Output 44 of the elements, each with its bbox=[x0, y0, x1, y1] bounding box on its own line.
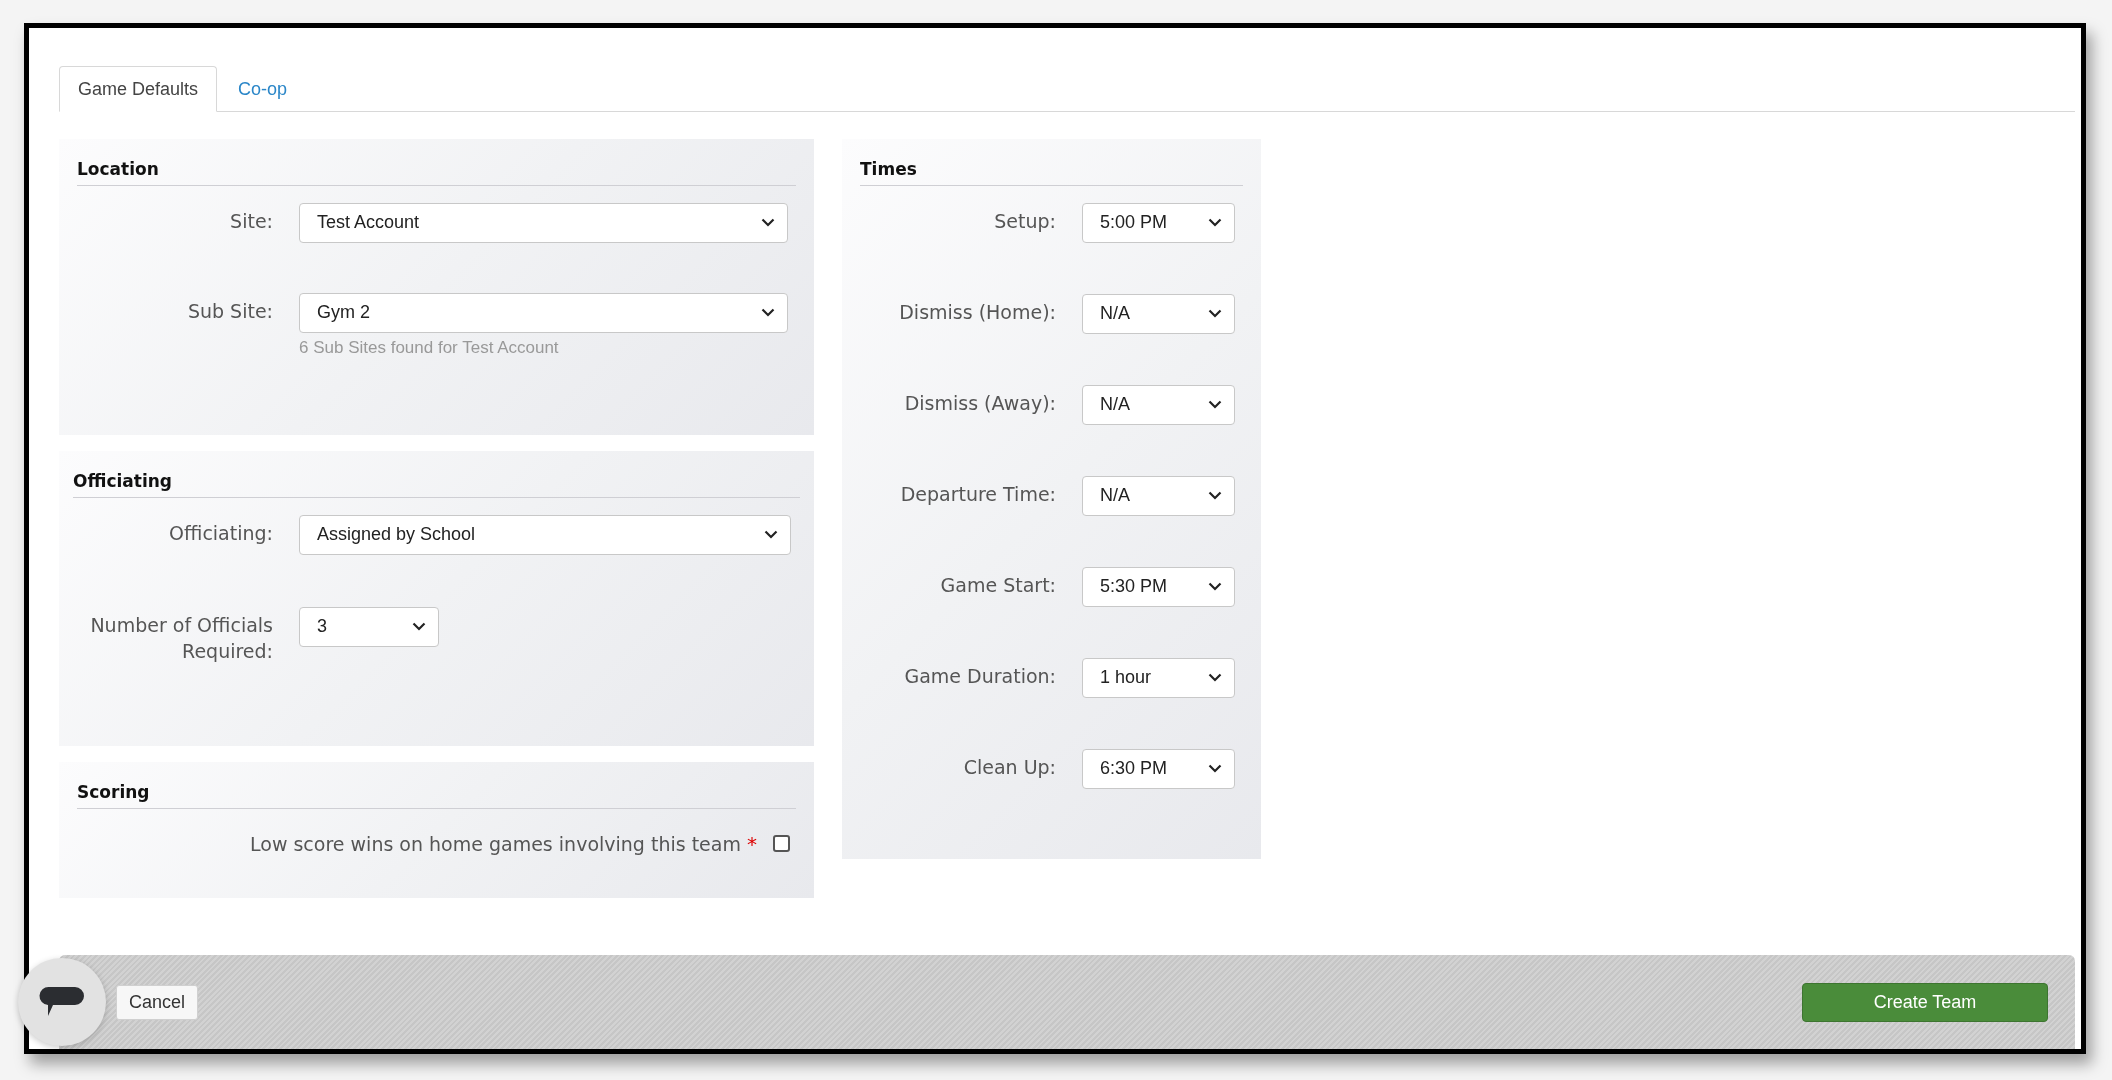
chevron-down-icon bbox=[1208, 218, 1222, 227]
chevron-down-icon bbox=[1208, 673, 1222, 682]
field-label: Setup: bbox=[994, 209, 1056, 232]
field-label: Departure Time: bbox=[900, 482, 1056, 505]
chevron-down-icon bbox=[1208, 764, 1222, 773]
field-label: Site: bbox=[230, 209, 273, 232]
tab[interactable]: Game Defaults bbox=[59, 66, 218, 112]
field-label: Clean Up: bbox=[963, 755, 1056, 778]
dropdown[interactable]: Assigned by School bbox=[299, 514, 791, 555]
section-title: Officiating bbox=[73, 469, 800, 498]
chevron-down-icon bbox=[761, 308, 775, 317]
field-label: Officiating: bbox=[169, 521, 273, 544]
dropdown[interactable]: 1 hour bbox=[1082, 657, 1235, 698]
chevron-down-icon bbox=[412, 622, 426, 631]
section-title: Times bbox=[860, 157, 1243, 186]
dropdown[interactable]: 5:30 PM bbox=[1082, 566, 1235, 607]
option-label: Low score wins on home games involving this team * bbox=[250, 830, 757, 858]
dropdown[interactable]: 3 bbox=[299, 606, 439, 647]
chevron-down-icon bbox=[1208, 400, 1222, 409]
field-label: Sub Site: bbox=[187, 299, 273, 322]
field-label: Dismiss (Home): bbox=[899, 300, 1056, 323]
dropdown[interactable]: Gym 2 bbox=[299, 292, 788, 333]
field-label: Dismiss (Away): bbox=[904, 391, 1056, 414]
dropdown[interactable]: 5:00 PM bbox=[1082, 202, 1235, 243]
section-title: Scoring bbox=[77, 780, 796, 809]
section-title: Location bbox=[77, 157, 796, 186]
field-label: Number of Officials Required: bbox=[90, 613, 273, 662]
create-team-button[interactable]: Create Team bbox=[1802, 982, 2048, 1022]
dropdown[interactable]: N/A bbox=[1082, 293, 1235, 334]
tab[interactable]: Co-op bbox=[217, 66, 309, 112]
cancel-button[interactable]: Cancel bbox=[116, 984, 199, 1020]
chevron-down-icon bbox=[1208, 582, 1222, 591]
chevron-down-icon bbox=[1208, 491, 1222, 500]
dropdown[interactable]: N/A bbox=[1082, 475, 1235, 516]
chevron-down-icon bbox=[764, 530, 778, 539]
dropdown[interactable]: 6:30 PM bbox=[1082, 748, 1235, 789]
hint-text: 6 Sub Sites found for Test Account bbox=[299, 336, 560, 359]
dropdown[interactable]: N/A bbox=[1082, 384, 1235, 425]
field-label: Game Duration: bbox=[904, 664, 1056, 687]
chevron-down-icon bbox=[761, 218, 775, 227]
field-label: Game Start: bbox=[940, 573, 1056, 596]
checkbox[interactable] bbox=[773, 835, 790, 852]
chevron-down-icon bbox=[1208, 309, 1222, 318]
dropdown[interactable]: Test Account bbox=[299, 202, 788, 243]
